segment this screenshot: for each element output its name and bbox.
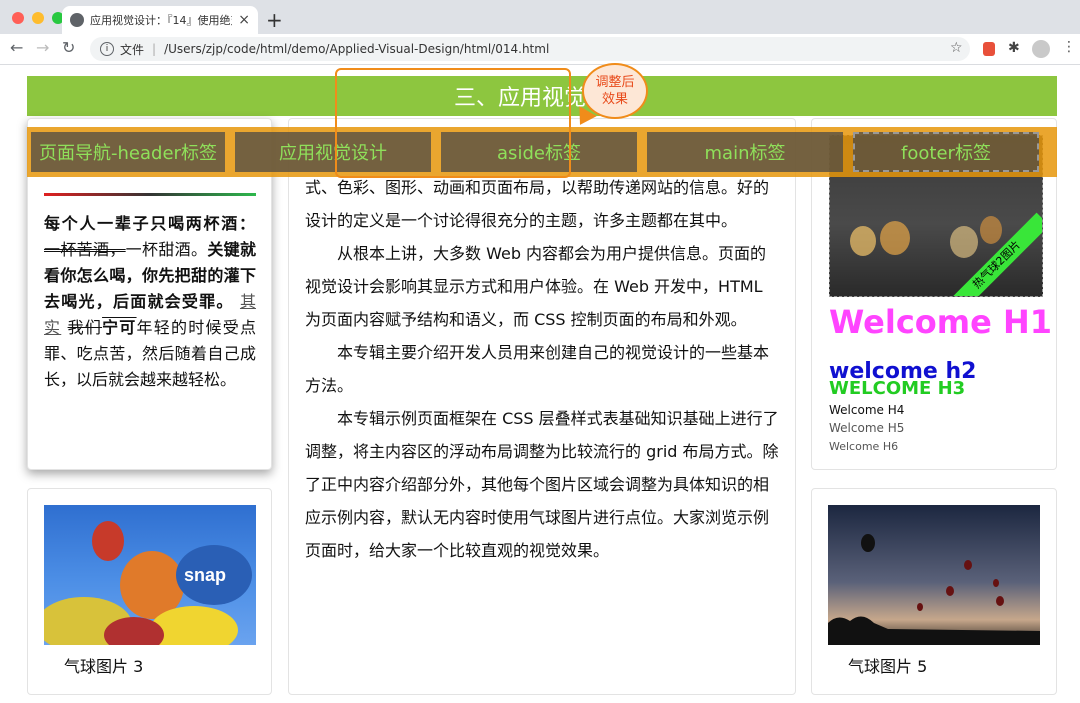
heading-h1: Welcome H1 bbox=[829, 303, 1053, 341]
minimize-window-button[interactable] bbox=[32, 12, 44, 24]
photo-caption-3: 气球图片 3 bbox=[64, 657, 144, 676]
globe-icon bbox=[70, 13, 84, 27]
poem-normal-1: 一杯甜酒。 bbox=[125, 240, 208, 259]
nav-item-footer[interactable]: footer标签 bbox=[853, 132, 1039, 172]
menu-icon[interactable]: ⋮ bbox=[1062, 39, 1076, 55]
tab-title: 应用视觉设计：『14』使用绝对定 bbox=[90, 14, 232, 27]
new-tab-button[interactable]: + bbox=[266, 8, 283, 32]
callout-bubble: 调整后 效果 bbox=[582, 63, 648, 119]
callout-line-2: 效果 bbox=[601, 92, 628, 107]
forward-icon[interactable]: → bbox=[36, 38, 49, 57]
balloon-photo-5 bbox=[828, 505, 1040, 645]
reload-icon[interactable]: ↻ bbox=[62, 38, 75, 57]
poem-strike-2: 我们 bbox=[67, 318, 103, 337]
close-tab-icon[interactable]: × bbox=[238, 12, 250, 28]
url-text: /Users/zjp/code/html/demo/Applied-Visual… bbox=[164, 42, 550, 56]
info-icon[interactable]: i bbox=[100, 42, 114, 56]
browser-toolbar: ← → ↻ i 文件 | /Users/zjp/code/html/demo/A… bbox=[0, 34, 1080, 65]
browser-tab[interactable]: 应用视觉设计：『14』使用绝对定 × bbox=[62, 6, 258, 34]
tab-bar: 应用视觉设计：『14』使用绝对定 × + bbox=[0, 0, 1080, 34]
poem-text: 每个人一辈子只喝两杯酒：一杯苦酒，一杯甜酒。关键就看你怎么喝，你先把甜的灌下去喝… bbox=[44, 211, 256, 393]
profile-avatar[interactable] bbox=[1032, 40, 1050, 58]
heading-h4: Welcome H4 bbox=[829, 403, 905, 417]
address-bar[interactable]: i 文件 | /Users/zjp/code/html/demo/Applied… bbox=[90, 37, 970, 61]
heading-h6: Welcome H6 bbox=[829, 440, 899, 453]
poem-overline: 宁可 bbox=[102, 318, 137, 337]
url-separator: | bbox=[152, 42, 157, 56]
callout-line-1: 调整后 bbox=[595, 75, 635, 90]
highlight-box bbox=[335, 68, 571, 178]
main-paragraph-4: 本专辑示例页面框架在 CSS 层叠样式表基础知识基础上进行了调整，将主内容区的浮… bbox=[305, 409, 779, 560]
main-paragraph-2: 从根本上讲，大多数 Web 内容都会为用户提供信息。页面的视觉设计会影响其显示方… bbox=[305, 244, 767, 329]
nav-item-header[interactable]: 页面导航-header标签 bbox=[31, 132, 225, 172]
photo-card-5: 气球图片 5 bbox=[811, 488, 1057, 695]
nav-item-main[interactable]: main标签 bbox=[647, 132, 843, 172]
extension-icon[interactable] bbox=[983, 42, 995, 56]
main-card: 式、色彩、图形、动画和页面布局，以帮助传递网站的信息。好的设计的定义是一个讨论得… bbox=[288, 118, 796, 695]
bookmark-star-icon[interactable]: ☆ bbox=[950, 40, 963, 56]
main-paragraph-1: 式、色彩、图形、动画和页面布局，以帮助传递网站的信息。好的设计的定义是一个讨论得… bbox=[305, 178, 770, 230]
svg-text:snap: snap bbox=[184, 565, 226, 585]
main-text: 式、色彩、图形、动画和页面布局，以帮助传递网站的信息。好的设计的定义是一个讨论得… bbox=[305, 171, 781, 567]
file-label: 文件 bbox=[120, 42, 145, 57]
close-window-button[interactable] bbox=[12, 12, 24, 24]
balloon-photo-3: snap bbox=[44, 505, 256, 645]
poem-strike: 一杯苦酒， bbox=[44, 240, 126, 259]
heading-h3: WELCOME H3 bbox=[829, 378, 966, 399]
poem-bold-1: 每个人一辈子只喝两杯酒： bbox=[44, 214, 256, 233]
main-paragraph-3: 本专辑主要介绍开发人员用来创建自己的视觉设计的一些基本方法。 bbox=[305, 343, 770, 395]
puzzle-icon[interactable]: ✱ bbox=[1008, 40, 1020, 56]
window-controls bbox=[12, 12, 64, 24]
back-icon[interactable]: ← bbox=[10, 38, 23, 57]
heading-h5: Welcome H5 bbox=[829, 421, 905, 435]
photo-card-3: snap 气球图片 3 bbox=[27, 488, 272, 695]
gradient-divider bbox=[44, 193, 256, 196]
photo-caption-5: 气球图片 5 bbox=[848, 657, 928, 676]
